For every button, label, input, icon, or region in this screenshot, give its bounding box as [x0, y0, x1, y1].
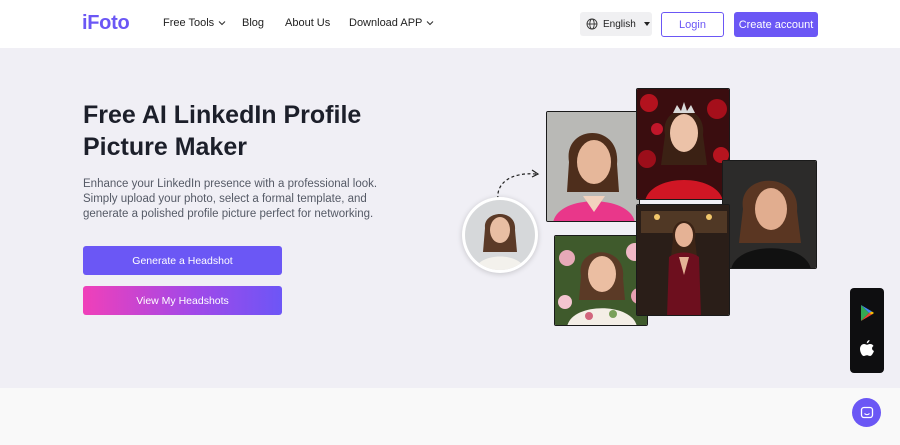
chat-icon [860, 406, 873, 418]
login-button[interactable]: Login [661, 12, 724, 37]
apple-icon[interactable] [859, 339, 875, 357]
top-nav: iFoto Free Tools Blog About Us Download … [0, 0, 900, 48]
chevron-down-icon [427, 21, 434, 26]
page-title: Free AI LinkedIn Profile Picture Maker [83, 101, 362, 161]
headshot-black-top [722, 160, 817, 269]
view-headshots-button[interactable]: View My Headshots [83, 286, 282, 315]
headshot-floral-dress [554, 235, 648, 326]
headshot-red-dress-crown [636, 88, 730, 200]
globe-icon [586, 18, 598, 30]
chat-support-button[interactable] [852, 398, 881, 427]
create-account-button[interactable]: Create account [734, 12, 818, 37]
nav-download-app-label: Download APP [349, 17, 423, 29]
page-subtitle: Enhance your LinkedIn presence with a pr… [83, 178, 378, 220]
nav-blog[interactable]: Blog [242, 17, 264, 29]
language-label: English [603, 18, 636, 30]
chevron-down-icon [218, 21, 226, 26]
nav-download-app[interactable]: Download APP [349, 17, 434, 29]
language-selector[interactable]: English [580, 12, 652, 36]
headshot-burgundy-gown [636, 204, 730, 316]
headshot-pink-blazer [546, 111, 640, 222]
nav-free-tools-label: Free Tools [163, 17, 215, 29]
generate-headshot-button[interactable]: Generate a Headshot [83, 246, 282, 275]
app-download-strip [850, 288, 884, 373]
google-play-icon[interactable] [859, 304, 875, 322]
nav-about-us-label: About Us [285, 17, 331, 29]
uploaded-photo-avatar [462, 197, 538, 273]
nav-about-us[interactable]: About Us [285, 17, 330, 29]
ifoto-logo[interactable]: iFoto [82, 12, 130, 35]
nav-free-tools[interactable]: Free Tools [163, 17, 226, 29]
caret-down-icon [643, 22, 650, 26]
nav-blog-label: Blog [242, 17, 265, 29]
